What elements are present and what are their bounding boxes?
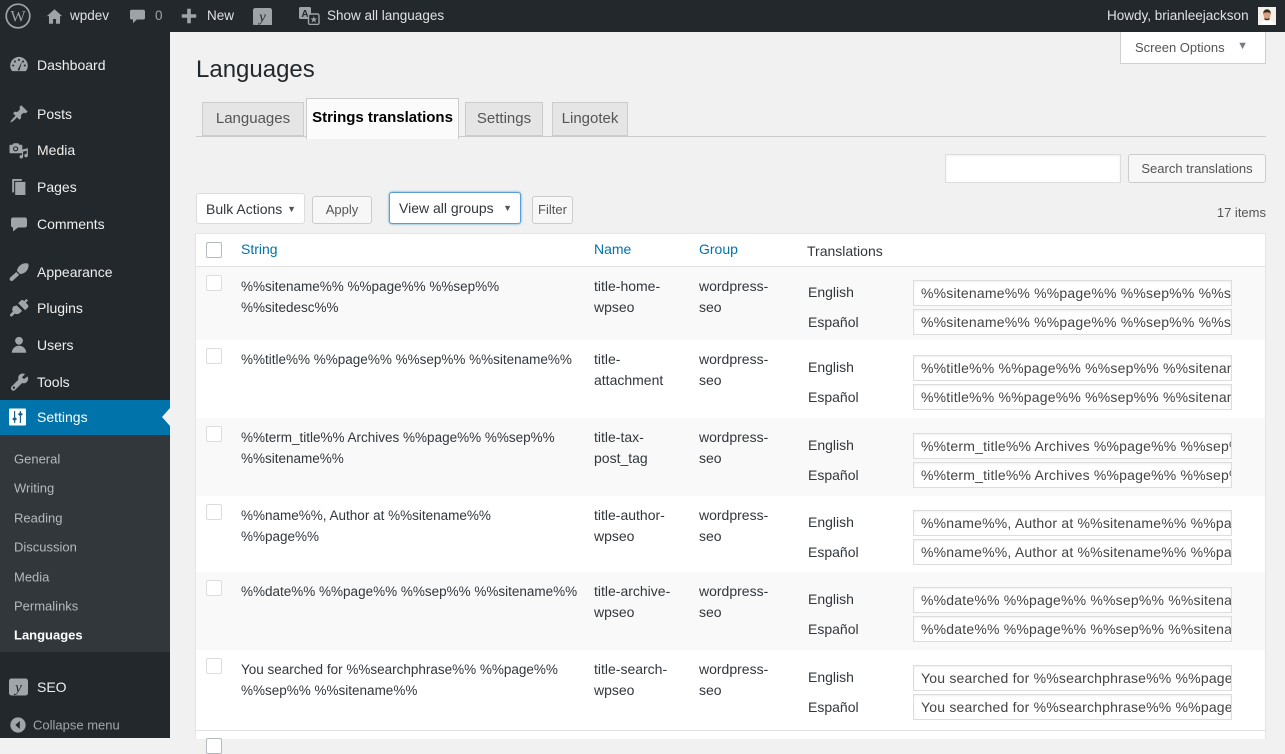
svg-text:y: y [257,10,266,25]
svg-text:W: W [10,9,26,26]
svg-text:y: y [13,680,22,695]
svg-text:A: A [301,9,308,20]
svg-text:★: ★ [310,15,318,25]
